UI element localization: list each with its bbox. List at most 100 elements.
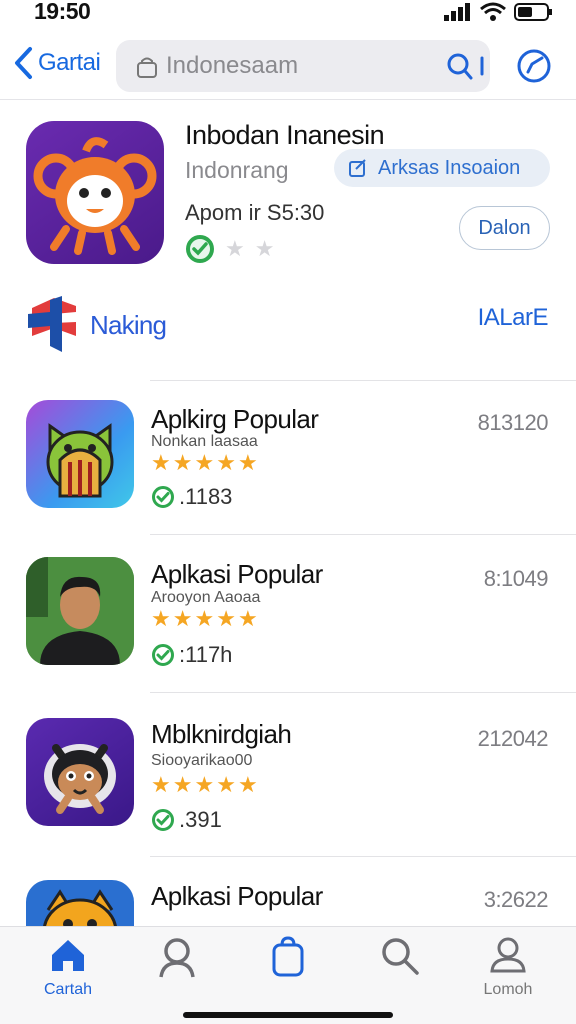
tab-people[interactable] <box>127 935 227 985</box>
app-verified: :117h <box>151 642 232 668</box>
star-icon: ★ <box>194 450 215 475</box>
monkey-mascot-icon <box>33 137 157 255</box>
app-count: 212042 <box>477 726 549 751</box>
app-subtitle: Siooyarikao00 <box>151 752 253 769</box>
featured-app-icon[interactable] <box>26 121 164 264</box>
star-icon: ★ <box>151 450 171 475</box>
app-rating-text: :117h <box>179 642 233 667</box>
app-title: Mblknirdgiah <box>151 719 292 749</box>
app-rating-text: .1183 <box>179 484 233 509</box>
search-input[interactable] <box>166 40 436 92</box>
lock-icon <box>137 57 157 78</box>
bag-icon <box>272 936 304 977</box>
search-bar[interactable] <box>116 40 490 92</box>
divider <box>150 534 576 535</box>
app-rating-stars: ★ ★ ★ ★ ★ <box>151 606 258 632</box>
app-subtitle: Nonkan laasaa <box>151 433 258 450</box>
app-rating-text: .391 <box>179 807 222 832</box>
app-count: 813120 <box>477 410 549 435</box>
featured-app-title: Inbodan Inanesin <box>185 120 385 150</box>
tiger-mascot-icon <box>43 889 117 926</box>
compass-icon[interactable] <box>516 48 552 84</box>
star-icon: ★ <box>237 450 258 475</box>
back-button[interactable]: Gartai <box>12 46 101 80</box>
star-icon: ★ <box>151 772 171 797</box>
app-list-item[interactable]: Mblknirdgiah Siooyarikao00 ★ ★ ★ ★ ★ .39… <box>0 716 576 851</box>
app-verified: .391 <box>151 807 222 833</box>
check-badge-icon <box>152 486 174 508</box>
app-subtitle: Arooyon Aaoaa <box>151 589 261 606</box>
app-list-item[interactable]: Aplkasi Popular Arooyon Aaoaa ★ ★ ★ ★ ★ … <box>0 556 576 691</box>
edit-square-icon <box>349 159 366 177</box>
app-list-item[interactable]: Aplkasi Popular 3:2622 <box>0 878 576 926</box>
status-bar: 19:50 <box>0 0 576 28</box>
person-icon <box>159 938 195 978</box>
star-icon: ★ <box>172 772 193 797</box>
rating-star-icon: ★ <box>254 236 275 261</box>
star-icon: ★ <box>237 606 258 631</box>
star-icon: ★ <box>216 772 236 797</box>
featured-tag-pill[interactable]: Arksas Insoaion <box>334 149 550 187</box>
check-badge-icon <box>152 809 174 831</box>
featured-rating: ★ ★ <box>185 234 274 264</box>
tab-label: Cartah <box>43 981 93 998</box>
star-icon: ★ <box>172 606 193 631</box>
star-icon: ★ <box>216 450 236 475</box>
app-count: 3:2622 <box>483 887 549 912</box>
home-icon <box>52 940 84 971</box>
star-icon: ★ <box>194 772 215 797</box>
app-title: Aplkirg Popular <box>151 404 319 434</box>
tab-bar: Cartah Lomoh <box>0 926 576 1024</box>
profile-icon <box>490 937 526 973</box>
app-list-item[interactable]: Aplkirg Popular Nonkan laasaa ★ ★ ★ ★ ★ … <box>0 400 576 535</box>
app-icon <box>26 718 134 826</box>
divider <box>150 856 576 857</box>
cat-mascot-icon <box>46 423 114 498</box>
star-icon: ★ <box>194 606 215 631</box>
featured-app-subtitle: Indonrang <box>185 157 289 183</box>
divider <box>150 692 576 693</box>
app-title: Aplkasi Popular <box>151 559 323 589</box>
back-label: Gartai <box>38 49 101 76</box>
section-title: Naking <box>90 310 167 340</box>
status-icons <box>444 2 554 22</box>
app-icon <box>26 880 134 926</box>
raccoon-mascot-icon <box>44 744 116 814</box>
tab-label: Lomoh <box>483 981 533 998</box>
person-photo-icon <box>26 557 134 665</box>
flag-logo-icon <box>28 296 76 352</box>
battery-icon <box>514 3 552 21</box>
app-title: Aplkasi Popular <box>151 881 323 911</box>
nav-bar: Gartai <box>0 34 576 100</box>
star-icon: ★ <box>151 606 171 631</box>
app-icon <box>26 400 134 508</box>
section-header: Naking IALarE <box>0 290 576 360</box>
app-rating-stars: ★ ★ ★ ★ ★ <box>151 450 258 476</box>
wifi-icon <box>480 2 506 21</box>
signal-icon <box>444 3 470 21</box>
star-icon: ★ <box>172 450 193 475</box>
tab-home[interactable]: Cartah <box>18 935 118 999</box>
tab-profile[interactable]: Lomoh <box>458 935 558 999</box>
search-icon[interactable] <box>446 52 486 82</box>
search-icon <box>382 938 419 975</box>
app-count: 8:1049 <box>483 566 549 591</box>
app-icon <box>26 557 134 665</box>
home-indicator <box>183 1012 393 1018</box>
rating-star-icon: ★ <box>225 236 245 261</box>
chevron-left-icon <box>15 47 32 79</box>
section-see-all-link[interactable]: IALarE <box>478 304 549 332</box>
check-badge-icon <box>186 235 214 263</box>
star-icon: ★ <box>216 606 236 631</box>
tab-search[interactable] <box>350 935 450 983</box>
app-verified: .1183 <box>151 484 232 510</box>
divider <box>150 380 576 381</box>
featured-app-meta: Apom ir S5:30 <box>185 200 325 225</box>
status-time: 19:50 <box>34 0 91 24</box>
check-badge-icon <box>152 644 174 666</box>
featured-pill-label: Arksas Insoaion <box>378 156 521 179</box>
tab-store[interactable] <box>238 935 338 983</box>
star-icon: ★ <box>237 772 258 797</box>
app-rating-stars: ★ ★ ★ ★ ★ <box>151 772 258 798</box>
featured-get-button[interactable]: Dalon <box>459 206 550 250</box>
